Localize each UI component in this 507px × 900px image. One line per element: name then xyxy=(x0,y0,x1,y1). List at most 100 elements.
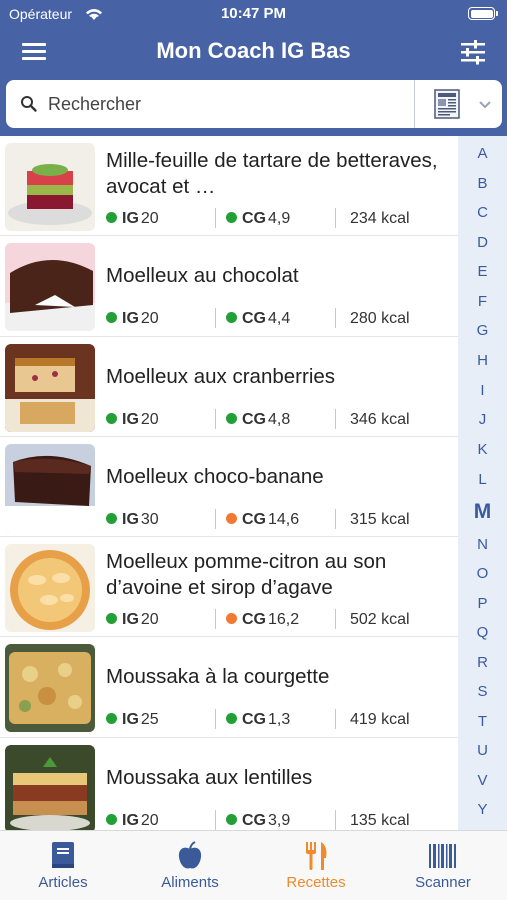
ig-value: 20 xyxy=(140,310,159,328)
ig-value: 20 xyxy=(140,811,159,829)
index-letter[interactable]: N xyxy=(458,536,507,553)
nav-bar: Mon Coach IG Bas xyxy=(0,30,507,74)
kcal-value: 346 kcal xyxy=(350,410,410,428)
tab-aliments[interactable]: Aliments xyxy=(127,831,253,900)
barcode-icon xyxy=(428,840,458,872)
tab-articles[interactable]: Articles xyxy=(0,831,126,900)
ig-indicator-dot xyxy=(106,713,117,725)
index-letter[interactable]: F xyxy=(458,293,507,310)
ig-value: 20 xyxy=(140,410,159,428)
filter-sliders-icon[interactable] xyxy=(459,39,487,65)
ig-value: 30 xyxy=(140,510,159,528)
cg-indicator-dot xyxy=(226,312,237,324)
tab-label: Scanner xyxy=(415,874,471,891)
recipe-title: Moelleux au chocolat xyxy=(106,264,299,288)
recipe-row[interactable]: Moelleux au chocolat IG 20 CG 4,4 280 kcal xyxy=(0,236,458,337)
recipe-nutrition: IG 20 CG 3,9 135 kcal xyxy=(106,809,451,830)
cg-indicator-dot xyxy=(226,212,237,223)
recipe-title: Moelleux choco-banane xyxy=(106,464,324,488)
status-bar: Opérateur 10:47 PM xyxy=(0,0,507,28)
ig-indicator-dot xyxy=(106,512,117,524)
tab-bar: Articles Aliments Recettes Scanner xyxy=(0,830,507,900)
index-letter[interactable]: C xyxy=(458,204,507,221)
index-letter[interactable]: L xyxy=(458,471,507,488)
fork-knife-icon xyxy=(301,840,331,872)
recipe-thumbnail xyxy=(5,443,95,532)
index-letter[interactable]: T xyxy=(458,713,507,730)
kcal-value: 502 kcal xyxy=(350,611,410,629)
index-letter[interactable]: Y xyxy=(458,801,507,818)
index-letter-active[interactable]: M xyxy=(458,500,507,524)
kcal-value: 234 kcal xyxy=(350,210,410,227)
cg-indicator-dot xyxy=(226,613,237,625)
ig-indicator-dot xyxy=(106,412,117,424)
recipe-row[interactable]: Mille-feuille de tartare de betteraves, … xyxy=(0,136,458,237)
recipe-nutrition: IG 20 CG 4,9 234 kcal xyxy=(106,208,451,230)
recipe-title: Moussaka à la courgette xyxy=(106,665,330,689)
cg-value: 1,3 xyxy=(268,711,291,729)
tab-scanner[interactable]: Scanner xyxy=(380,831,506,900)
recipe-thumbnail xyxy=(5,544,95,633)
page-title: Mon Coach IG Bas xyxy=(156,38,351,63)
recipe-row[interactable]: Moelleux aux cranberries IG 20 CG 4,8 346 … xyxy=(0,337,458,437)
recipe-title: Moussaka aux lentilles xyxy=(106,765,313,789)
recipe-thumbnail xyxy=(5,243,95,332)
cg-value: 14,6 xyxy=(268,510,300,528)
index-letter[interactable]: H xyxy=(458,352,507,369)
search-input[interactable] xyxy=(48,90,408,118)
cg-value: 4,9 xyxy=(268,210,291,227)
index-letter[interactable]: G xyxy=(458,322,507,339)
index-letter[interactable]: R xyxy=(458,654,507,671)
index-letter[interactable]: Q xyxy=(458,624,507,641)
book-icon xyxy=(48,840,78,872)
recipe-row[interactable]: Moussaka aux lentilles IG 20 CG 3,9 135 kc… xyxy=(0,738,458,830)
index-letter[interactable]: V xyxy=(458,772,507,789)
cg-value: 4,8 xyxy=(268,410,291,428)
kcal-value: 419 kcal xyxy=(350,711,410,729)
tab-label: Articles xyxy=(38,874,88,891)
ig-indicator-dot xyxy=(106,212,117,223)
ig-value: 20 xyxy=(140,210,159,227)
chevron-down-icon xyxy=(478,97,492,115)
tab-label: Recettes xyxy=(286,874,346,891)
kcal-value: 315 kcal xyxy=(350,510,410,528)
index-letter[interactable]: J xyxy=(458,411,507,428)
index-letter[interactable]: P xyxy=(458,595,507,612)
recipe-thumbnail xyxy=(5,143,95,231)
index-letter[interactable]: K xyxy=(458,441,507,458)
recipe-thumbnail xyxy=(5,343,95,432)
recipe-thumbnail xyxy=(5,644,95,733)
index-letter[interactable]: D xyxy=(458,234,507,251)
document-view-icon xyxy=(434,89,460,124)
cg-indicator-dot xyxy=(226,713,237,725)
recipe-nutrition: IG 20 CG 4,4 280 kcal xyxy=(106,308,451,330)
index-letter[interactable]: B xyxy=(458,175,507,192)
ig-indicator-dot xyxy=(106,613,117,625)
index-letter[interactable]: I xyxy=(458,382,507,399)
cg-value: 3,9 xyxy=(268,811,291,829)
index-letter[interactable]: S xyxy=(458,683,507,700)
index-letter[interactable]: O xyxy=(458,565,507,582)
recipe-row[interactable]: Moussaka à la courgette IG 25 CG 1,3 419 k… xyxy=(0,637,458,738)
recipe-title: Mille-feuille de tartare de betteraves, … xyxy=(106,149,438,198)
index-letter[interactable]: E xyxy=(458,263,507,280)
cg-indicator-dot xyxy=(226,512,237,524)
recipe-row[interactable]: Moelleux pomme-citron au son d’avoine et… xyxy=(0,537,458,638)
kcal-value: 135 kcal xyxy=(350,811,410,829)
battery-icon xyxy=(468,7,498,20)
ig-value: 25 xyxy=(140,711,159,729)
index-letter[interactable]: A xyxy=(458,145,507,162)
recipe-row[interactable]: Moelleux choco-banane IG 30 CG 14,6 315 kc… xyxy=(0,437,458,538)
index-letter[interactable]: U xyxy=(458,742,507,759)
search-divider xyxy=(414,80,415,128)
tab-recettes[interactable]: Recettes xyxy=(253,831,379,900)
alphabet-index[interactable]: A B C D E F G H I J K L M N O P Q R S T … xyxy=(458,136,507,830)
recipe-nutrition: IG 30 CG 14,6 315 kcal xyxy=(106,508,451,531)
cg-value: 16,2 xyxy=(268,611,300,629)
cg-indicator-dot xyxy=(226,412,237,424)
recipe-thumbnail xyxy=(5,744,95,830)
recipe-nutrition: IG 20 CG 4,8 346 kcal xyxy=(106,408,451,431)
search-icon xyxy=(20,95,38,118)
search-bar xyxy=(6,80,502,128)
view-mode-dropdown[interactable] xyxy=(422,80,502,128)
